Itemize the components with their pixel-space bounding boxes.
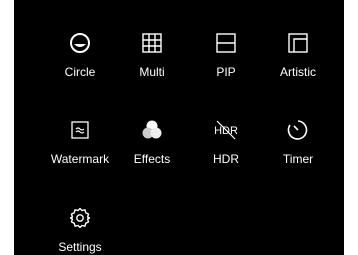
grid-mode-icon [138,29,166,57]
mode-circle-label: Circle [64,65,96,79]
mode-effects-label: Effects [133,152,171,166]
mode-timer[interactable]: Timer [258,97,338,167]
svg-text:HDR: HDR [214,125,238,137]
settings-gear-icon [66,204,94,232]
mode-artistic[interactable]: Artistic [258,10,338,80]
watermark-icon [66,116,94,144]
mode-settings[interactable]: Settings [40,185,120,255]
pip-mode-icon [212,29,240,57]
mode-settings-label: Settings [58,240,102,254]
mode-hdr-label: HDR [213,152,239,166]
circle-mode-icon [66,29,94,57]
mode-timer-label: Timer [282,152,314,166]
mode-artistic-label: Artistic [280,65,316,79]
artistic-mode-icon [284,29,312,57]
mode-multi-label: Multi [139,65,165,79]
mode-circle[interactable]: Circle [40,10,120,80]
mode-watermark-label: Watermark [50,152,110,166]
mode-pip[interactable]: PIP [186,10,266,80]
hdr-off-icon: HDR [212,116,240,144]
camera-mode-panel: Circle Multi PIP Artistic Watermark Effe… [14,0,344,255]
mode-pip-label: PIP [216,65,236,79]
timer-icon [284,116,312,144]
mode-hdr[interactable]: HDR HDR [186,97,266,167]
mode-multi[interactable]: Multi [112,10,192,80]
camera-mode-grid: Circle Multi PIP Artistic Watermark Effe… [14,0,344,255]
mode-effects[interactable]: Effects [112,97,192,167]
effects-icon [138,116,166,144]
mode-watermark[interactable]: Watermark [40,97,120,167]
